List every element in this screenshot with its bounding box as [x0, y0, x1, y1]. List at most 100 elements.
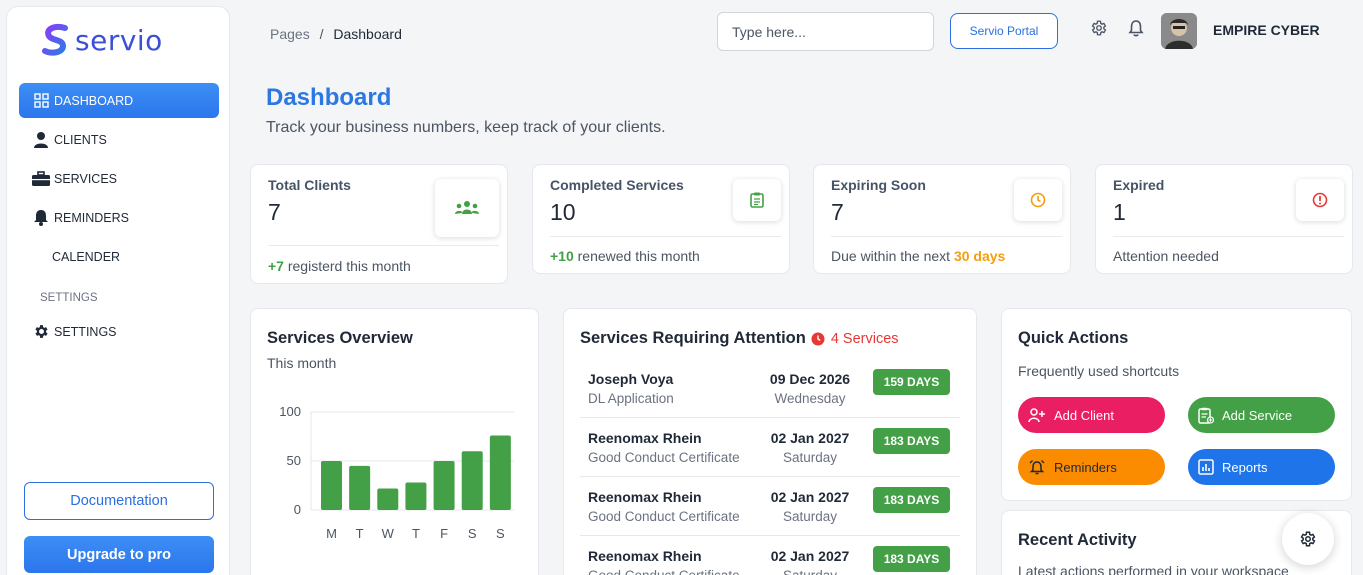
stat-value: 7 [831, 199, 844, 225]
search-input[interactable] [717, 12, 934, 51]
chart-x-tick-label: T [356, 526, 364, 541]
avatar-image [1161, 13, 1197, 49]
button-label: Reports [1222, 459, 1268, 475]
expiry-weekday: Saturday [782, 450, 838, 465]
stat-footnote-text: renewed this month [573, 248, 700, 264]
attention-row[interactable]: Reenomax Rhein Good Conduct Certificate 02… [580, 419, 960, 477]
stat-icon-box [1296, 179, 1344, 221]
days-remaining-badge: 183 DAYS [873, 546, 950, 572]
clock-icon [1030, 192, 1046, 208]
expiry-date: 02 Jan 2027 [770, 489, 850, 505]
chart-bar [433, 461, 455, 510]
days-remaining-badge: 183 DAYS [873, 428, 950, 454]
client-name: Joseph Voya [588, 371, 674, 387]
sidebar-item-settings[interactable]: SETTINGS [19, 314, 219, 349]
attention-row[interactable]: Reenomax Rhein Good Conduct Certificate 02… [580, 537, 960, 575]
username[interactable]: EMPIRE CYBER [1213, 22, 1320, 38]
clipboard-plus-icon [1198, 407, 1214, 424]
button-label: Add Service [1222, 407, 1293, 423]
sidebar-item-calender[interactable]: CALENDER [19, 239, 219, 274]
chart-bar [489, 435, 511, 510]
stat-footnote-text: registerd this month [283, 258, 411, 274]
upgrade-to-pro-button[interactable]: Upgrade to pro [24, 536, 214, 573]
expiry-date: 09 Dec 2026 [769, 371, 851, 387]
add-service-button[interactable]: Add Service [1188, 397, 1335, 433]
attention-header: Services Requiring Attention 4 Services [580, 329, 899, 348]
button-label: Reminders [1054, 459, 1117, 475]
client-name: Reenomax Rhein [588, 548, 702, 564]
expiry-weekday: Wednesday [774, 391, 846, 406]
button-label: Add Client [1054, 407, 1114, 423]
card-subtitle: Frequently used shortcuts [1018, 363, 1180, 379]
chart-bar [461, 451, 483, 510]
breadcrumb: Pages / Dashboard [270, 26, 402, 42]
card-title: Recent Activity [1018, 531, 1137, 549]
gear-icon [32, 323, 50, 341]
clock-alert-icon [811, 332, 825, 345]
sidebar-item-clients[interactable]: CLIENTS [19, 122, 219, 157]
users-icon [455, 201, 479, 214]
days-remaining-badge: 159 DAYS [873, 369, 950, 395]
chart-x-tick-label: S [496, 526, 505, 541]
documentation-button[interactable]: Documentation [24, 482, 214, 520]
alert-circle-icon [1312, 192, 1328, 208]
settings-fab-button[interactable] [1282, 513, 1334, 565]
stat-card-expired: Expired 1 Attention needed [1095, 164, 1353, 274]
sidebar-item-label: SETTINGS [54, 324, 117, 339]
attention-card: Services Requiring Attention 4 Services … [563, 308, 977, 575]
sidebar-item-label: REMINDERS [54, 210, 130, 225]
breadcrumb-current: Dashboard [333, 26, 402, 42]
bell-icon[interactable] [1127, 19, 1145, 37]
expiry-weekday: Saturday [782, 509, 838, 524]
chart-x-tick-label: M [326, 526, 337, 541]
chart-bar [321, 461, 342, 510]
services-overview-card: Services Overview This month 100 50 0 M T W T F… [250, 308, 539, 575]
chart-x-tick-label: S [468, 526, 477, 541]
dashboard-grid-icon [32, 92, 50, 110]
bell-icon [32, 209, 50, 227]
client-name: Reenomax Rhein [588, 430, 702, 446]
sidebar-item-reminders[interactable]: REMINDERS [19, 200, 219, 235]
gear-icon[interactable] [1090, 19, 1108, 37]
expiry-date: 02 Jan 2027 [770, 430, 850, 446]
stat-divider [1113, 236, 1344, 237]
expiry-weekday: Saturday [755, 568, 865, 575]
chart-x-tick-label: F [440, 526, 448, 541]
clipboard-check-icon [750, 192, 764, 208]
service-type: Good Conduct Certificate [588, 568, 740, 575]
sidebar-item-dashboard[interactable]: DASHBOARD [19, 83, 219, 118]
sidebar-item-services[interactable]: SERVICES [19, 161, 219, 196]
avatar[interactable] [1161, 13, 1197, 49]
stat-icon-box [733, 179, 781, 221]
chart-icon [1198, 459, 1214, 475]
services-overview-chart: 100 50 0 M T W T F S S [279, 404, 514, 541]
service-type: Good Conduct Certificate [588, 450, 740, 465]
reminders-button[interactable]: Reminders [1018, 449, 1165, 485]
servio-portal-button[interactable]: Servio Portal [950, 13, 1058, 49]
page-subtitle: Track your business numbers, keep track … [266, 119, 666, 136]
add-client-button[interactable]: Add Client [1018, 397, 1165, 433]
brand-logo[interactable]: servio [41, 23, 163, 57]
sidebar-item-label: CLIENTS [54, 132, 107, 147]
stat-card-total-clients: Total Clients 7 +7 registerd this month [250, 164, 508, 284]
stat-icon-box [1014, 179, 1062, 221]
brand-name: servio [75, 23, 163, 57]
user-icon [32, 131, 50, 149]
breadcrumb-parent[interactable]: Pages [270, 26, 310, 42]
attention-row[interactable]: Joseph Voya DL Application 09 Dec 2026 Wedn… [580, 360, 960, 418]
chart-x-tick-label: W [382, 526, 395, 541]
stat-divider [831, 236, 1062, 237]
stat-footnote-highlight: 30 days [953, 248, 1006, 264]
attention-row[interactable]: Reenomax Rhein Good Conduct Certificate 02… [580, 478, 960, 536]
chart-bar [377, 488, 399, 510]
stat-card-expiring-soon: Expiring Soon 7 Due within the next 30 d… [813, 164, 1071, 274]
gear-icon [1300, 531, 1316, 547]
stat-value: 7 [268, 199, 281, 225]
sidebar-item-label: CALENDER [52, 249, 121, 264]
chart-y-tick-label: 50 [287, 453, 301, 468]
sidebar-item-label: DASHBOARD [54, 93, 134, 108]
stat-label: Expiring Soon [831, 177, 926, 193]
stat-footnote: Attention needed [1113, 248, 1219, 264]
reports-button[interactable]: Reports [1188, 449, 1335, 485]
stat-label: Expired [1113, 177, 1165, 193]
